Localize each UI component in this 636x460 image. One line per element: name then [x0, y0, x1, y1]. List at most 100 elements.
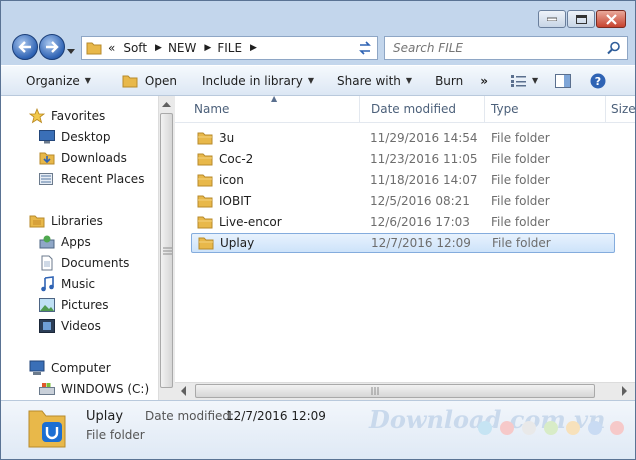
search-input[interactable] [385, 40, 607, 56]
view-list-icon [511, 74, 526, 87]
scrollbar-thumb[interactable] [160, 113, 173, 388]
chevron-down-icon [67, 49, 75, 54]
column-size[interactable]: Size [611, 102, 635, 116]
navigation-bar: « Soft ▶ NEW ▶ FILE ▶ [1, 34, 635, 62]
minimize-icon [547, 17, 557, 21]
videos-icon [39, 318, 55, 334]
minimize-button[interactable] [538, 10, 566, 28]
recent-pages-dropdown[interactable] [67, 43, 75, 57]
file-name-cell: 3u [197, 131, 234, 145]
help-button[interactable]: ? [580, 66, 615, 95]
nav-documents[interactable]: Documents [39, 253, 129, 273]
nav-videos[interactable]: Videos [39, 316, 101, 336]
file-type: File folder [491, 215, 550, 229]
file-row-selected[interactable]: Uplay 12/7/2016 12:09 File folder [191, 233, 615, 253]
scroll-right-arrow-icon[interactable] [617, 383, 631, 399]
file-name-cell: icon [197, 173, 244, 187]
nav-pictures[interactable]: Pictures [39, 295, 109, 315]
file-name-cell: Coc-2 [197, 152, 253, 166]
scrollbar-thumb[interactable] [195, 384, 595, 398]
change-view-button[interactable]: ▼ [497, 66, 547, 95]
pictures-icon [39, 297, 55, 313]
burn-button[interactable]: Burn [421, 66, 472, 95]
address-overflow[interactable]: « [108, 41, 115, 55]
column-date-modified[interactable]: Date modified [371, 102, 456, 116]
breadcrumb-new[interactable]: NEW ▶ [168, 41, 211, 55]
details-date-value: 12/7/2016 12:09 [226, 409, 326, 423]
column-header-row: ▲ Name Date modified Type Size [175, 96, 635, 123]
column-type[interactable]: Type [491, 102, 519, 116]
close-icon [605, 13, 617, 25]
nav-music[interactable]: Music [39, 274, 95, 294]
search-box[interactable] [384, 36, 628, 60]
scrollbar-grip-icon [163, 247, 172, 255]
watermark-dot [566, 421, 580, 435]
navigation-pane-scrollbar[interactable] [158, 96, 175, 400]
file-name: Coc-2 [219, 152, 254, 166]
include-in-library-button[interactable]: Include in library ▼ [186, 66, 323, 95]
forward-button[interactable] [39, 34, 65, 60]
apps-icon [39, 234, 55, 250]
file-date: 11/18/2016 14:07 [370, 173, 478, 187]
scroll-left-arrow-icon[interactable] [177, 383, 191, 399]
open-folder-icon [122, 75, 138, 87]
column-name[interactable]: Name [194, 102, 229, 116]
recent-places-icon [39, 171, 55, 187]
folder-icon [198, 237, 214, 250]
back-arrow-icon [18, 41, 31, 53]
documents-icon [39, 255, 55, 271]
close-button[interactable] [596, 10, 626, 28]
explorer-window: « Soft▶ NEW▶ FILE▶ Organize▼ Open Includ… [0, 0, 636, 460]
file-date: 11/23/2016 11:05 [370, 152, 478, 166]
watermark-dot [544, 421, 558, 435]
search-icon[interactable] [607, 41, 621, 55]
more-commands-button[interactable]: » [472, 66, 497, 95]
content-area: Favorites Desktop Downloads Recent Place… [1, 96, 635, 400]
file-row[interactable]: IOBIT 12/5/2016 08:21 File folder [191, 191, 615, 211]
nav-recent-places[interactable]: Recent Places [39, 169, 144, 189]
scroll-up-arrow-icon[interactable] [159, 98, 174, 112]
file-row[interactable]: Coc-2 11/23/2016 11:05 File folder [191, 149, 615, 169]
chevron-down-icon: ▼ [532, 76, 539, 85]
file-type: File folder [491, 173, 550, 187]
file-row[interactable]: icon 11/18/2016 14:07 File folder [191, 170, 615, 190]
open-button[interactable]: Open [100, 66, 186, 95]
nav-windows-drive[interactable]: WINDOWS (C:) [39, 379, 149, 399]
address-bar[interactable]: « Soft ▶ NEW ▶ FILE ▶ [81, 36, 378, 60]
share-with-button[interactable]: Share with ▼ [323, 66, 421, 95]
file-row[interactable]: 3u 11/29/2016 14:54 File folder [191, 128, 615, 148]
file-list-horizontal-scrollbar[interactable] [175, 382, 635, 400]
column-divider[interactable] [484, 96, 485, 122]
file-name-cell: Live-encor [197, 215, 282, 229]
file-name: 3u [219, 131, 235, 145]
breadcrumb-arrow-icon[interactable]: ▶ [250, 43, 257, 53]
svg-text:?: ? [595, 75, 601, 88]
maximize-button[interactable] [567, 10, 595, 28]
organize-button[interactable]: Organize ▼ [1, 66, 100, 95]
nav-computer[interactable]: Computer [29, 358, 111, 378]
downloads-icon [39, 150, 55, 166]
drive-icon [39, 381, 55, 397]
file-name-cell: IOBIT [197, 194, 251, 208]
chevron-down-icon: ▼ [405, 76, 413, 85]
file-type: File folder [491, 131, 550, 145]
column-divider[interactable] [605, 96, 606, 122]
refresh-button[interactable] [353, 36, 378, 60]
nav-libraries[interactable]: Libraries [29, 211, 103, 231]
nav-apps[interactable]: Apps [39, 232, 91, 252]
watermark-dots [478, 421, 624, 435]
nav-favorites[interactable]: Favorites [29, 106, 105, 126]
breadcrumb-soft[interactable]: Soft ▶ [123, 41, 162, 55]
column-divider[interactable] [359, 96, 360, 122]
breadcrumb-arrow-icon[interactable]: ▶ [155, 43, 162, 53]
command-bar: Organize ▼ Open Include in library ▼ Share… [1, 65, 635, 96]
nav-downloads[interactable]: Downloads [39, 148, 127, 168]
uplay-folder-icon [28, 410, 66, 448]
file-row[interactable]: Live-encor 12/6/2016 17:03 File folder [191, 212, 615, 232]
back-button[interactable] [12, 34, 38, 60]
nav-desktop[interactable]: Desktop [39, 127, 111, 147]
breadcrumb-arrow-icon[interactable]: ▶ [204, 43, 211, 53]
preview-pane-button[interactable] [547, 66, 580, 95]
breadcrumb-file[interactable]: FILE ▶ [217, 41, 257, 55]
scrollbar-grip-icon [371, 387, 379, 395]
